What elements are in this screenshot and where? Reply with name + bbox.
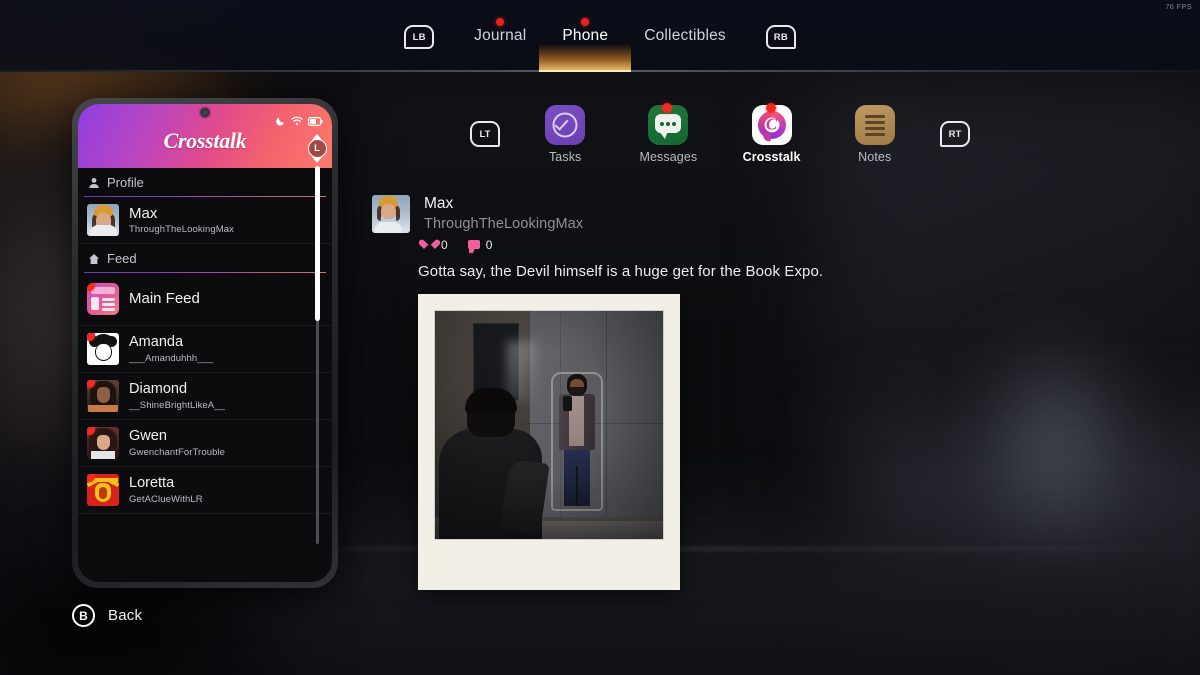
main-feed-label: Main Feed (129, 290, 200, 307)
app-tab-messages-label: Messages (639, 150, 697, 164)
tab-phone-label: Phone (562, 27, 608, 45)
app-tab-crosstalk-label: Crosstalk (743, 150, 801, 164)
list-item-diamond[interactable]: Diamond __ShineBrightLikeA__ (78, 373, 332, 420)
post-photo (434, 310, 664, 540)
section-label-feed: Feed (107, 251, 137, 266)
rb-bumper-hint: RB (766, 25, 796, 49)
app-tab-messages[interactable]: Messages (630, 105, 706, 164)
notes-icon (855, 105, 895, 145)
diamond-handle: __ShineBrightLikeA__ (129, 400, 225, 411)
rt-trigger-hint: RT (940, 121, 970, 147)
list-item-gwen[interactable]: Gwen GwenchantForTrouble (78, 420, 332, 467)
post-author-name: Max (424, 195, 583, 214)
lb-bumper-hint: LB (404, 25, 434, 49)
comment-count: 0 (486, 238, 493, 252)
main-feed-icon (87, 283, 119, 315)
gwen-name: Gwen (129, 428, 225, 445)
section-header-feed: Feed (78, 244, 332, 273)
phone-scroll-indicator[interactable]: L (307, 134, 327, 544)
back-button[interactable]: B Back (72, 604, 142, 627)
post-body-text: Gotta say, the Devil himself is a huge g… (418, 263, 852, 280)
moon-icon (276, 116, 286, 126)
post-stats: 0 0 (424, 238, 583, 252)
heart-icon (424, 240, 435, 250)
app-tab-tasks-label: Tasks (549, 150, 581, 164)
person-icon (88, 177, 100, 189)
back-button-label: Back (108, 607, 142, 624)
loretta-avatar (87, 474, 119, 506)
crosstalk-notification-dot (766, 103, 776, 113)
scrollbar-thumb[interactable] (315, 166, 320, 321)
app-tab-bar: LT Tasks Messages C Crosstalk Notes RT (470, 98, 970, 170)
active-tab-glow (539, 44, 631, 72)
crosstalk-app-header: Crosstalk (78, 104, 332, 168)
feed-post: Max ThroughTheLookingMax 0 0 Gotta say, … (372, 195, 852, 590)
tab-phone[interactable]: Phone (544, 0, 626, 72)
max-avatar (87, 204, 119, 236)
diamond-avatar (87, 380, 119, 412)
tab-journal-label: Journal (474, 27, 526, 45)
loretta-handle: GetAClueWithLR (129, 494, 203, 505)
top-nav: LB Journal Phone Collectibles RB (0, 0, 1200, 72)
tab-collectibles-label: Collectibles (644, 27, 726, 45)
like-count: 0 (441, 238, 448, 252)
list-item-amanda[interactable]: Amanda ___Amanduhhh___ (78, 326, 332, 373)
post-header: Max ThroughTheLookingMax 0 0 (372, 195, 852, 252)
left-stick-hint: L (308, 139, 327, 158)
phone-status-bar (276, 116, 323, 126)
loretta-name: Loretta (129, 475, 203, 492)
app-tab-notes[interactable]: Notes (837, 105, 913, 164)
list-item-loretta[interactable]: Loretta GetAClueWithLR (78, 467, 332, 514)
amanda-avatar (87, 333, 119, 365)
list-item-main-feed[interactable]: Main Feed (78, 273, 332, 326)
gwen-avatar (87, 427, 119, 459)
scrollbar-track[interactable] (316, 166, 319, 544)
post-polaroid-frame[interactable] (418, 294, 680, 590)
section-header-profile: Profile (78, 168, 332, 197)
gwen-handle: GwenchantForTrouble (129, 447, 225, 458)
profile-name: Max (129, 205, 234, 222)
tab-journal[interactable]: Journal (456, 0, 544, 72)
fps-counter: 76 FPS (1165, 2, 1192, 11)
diamond-name: Diamond (129, 381, 225, 398)
app-tab-tasks[interactable]: Tasks (527, 105, 603, 164)
tasks-icon (545, 105, 585, 145)
messages-notification-dot (662, 103, 672, 113)
crosstalk-icon: C (752, 105, 792, 145)
messages-icon (648, 105, 688, 145)
app-title: Crosstalk (78, 128, 332, 154)
section-label-profile: Profile (107, 175, 144, 190)
comment-icon (468, 240, 480, 249)
home-icon (88, 253, 100, 265)
phone-notification-dot (581, 18, 589, 26)
app-tab-notes-label: Notes (858, 150, 891, 164)
phone-device: Crosstalk Profile Max ThroughTheLookingM… (72, 98, 338, 588)
journal-notification-dot (496, 18, 504, 26)
app-tab-crosstalk[interactable]: C Crosstalk (734, 105, 810, 164)
phone-camera-notch (201, 108, 210, 117)
post-author-handle: ThroughTheLookingMax (424, 216, 583, 232)
post-author-avatar (372, 195, 410, 233)
b-button-glyph: B (72, 604, 95, 627)
lt-trigger-hint: LT (470, 121, 500, 147)
comment-stat[interactable]: 0 (468, 238, 493, 252)
battery-icon (308, 117, 323, 126)
phone-screen: Crosstalk Profile Max ThroughTheLookingM… (78, 104, 332, 582)
wifi-icon (291, 116, 303, 126)
profile-row-max[interactable]: Max ThroughTheLookingMax (78, 197, 332, 244)
like-stat[interactable]: 0 (424, 238, 448, 252)
amanda-name: Amanda (129, 334, 213, 351)
profile-handle: ThroughTheLookingMax (129, 224, 234, 235)
tab-collectibles[interactable]: Collectibles (626, 0, 744, 72)
amanda-handle: ___Amanduhhh___ (129, 353, 213, 364)
